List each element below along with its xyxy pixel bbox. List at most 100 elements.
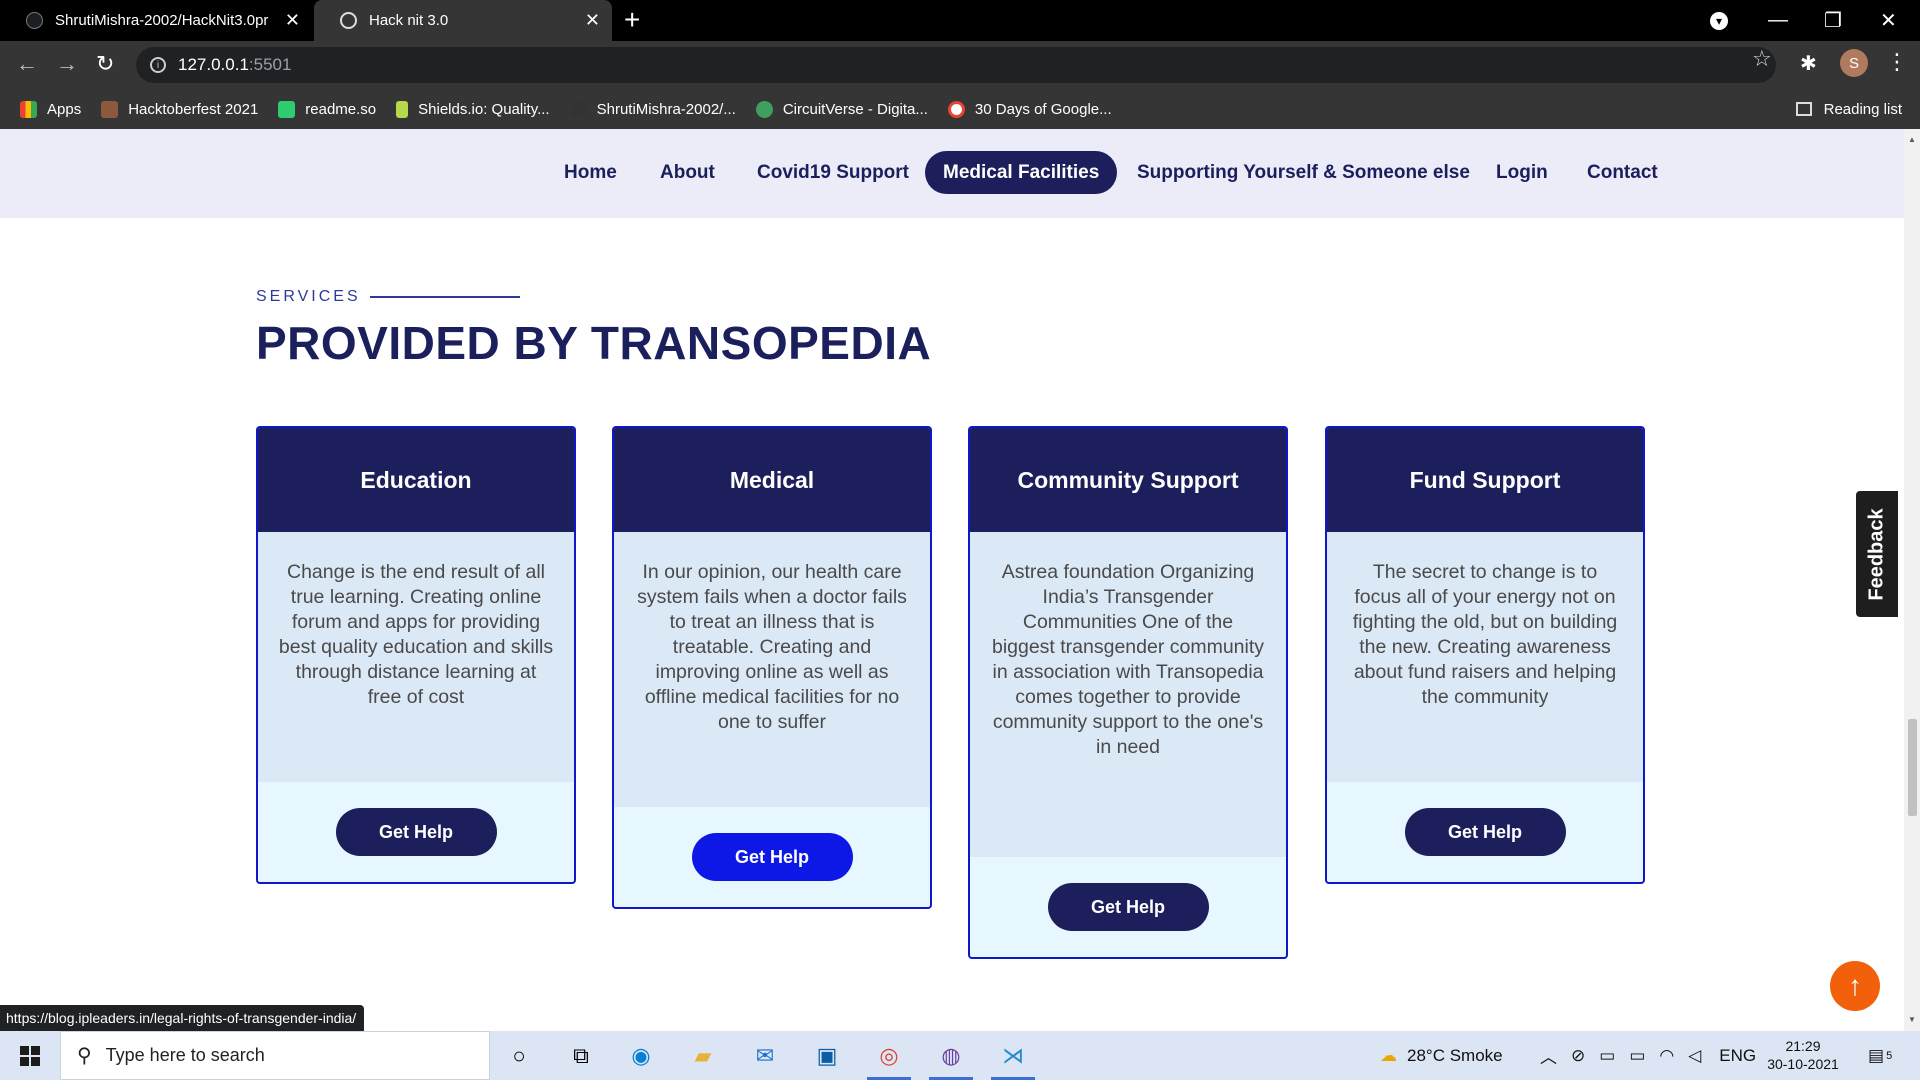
- reload-icon[interactable]: ↻: [96, 51, 114, 77]
- restore-icon[interactable]: ❐: [1824, 0, 1842, 41]
- url-text: 127.0.0.1:5501: [178, 55, 291, 75]
- tab-github[interactable]: ShrutiMishra-2002/HackNit3.0pr ✕: [0, 0, 312, 41]
- bookmark-label: Apps: [47, 100, 82, 118]
- bookmark-readme[interactable]: readme.so: [278, 100, 376, 118]
- screen: ShrutiMishra-2002/HackNit3.0pr ✕ Hack ni…: [0, 0, 1920, 1080]
- kicker-divider: [370, 296, 520, 298]
- github-icon: [26, 12, 43, 29]
- close-tab-icon[interactable]: ✕: [285, 10, 300, 31]
- taskbar-clock[interactable]: 21:29 30-10-2021: [1758, 1037, 1848, 1073]
- get-help-button[interactable]: Get Help: [335, 808, 497, 856]
- profile-avatar[interactable]: S: [1840, 49, 1868, 77]
- card-description: The secret to change is to focus all of …: [1327, 532, 1643, 782]
- service-card-community-support: Community Support Astrea foundation Orga…: [968, 426, 1288, 959]
- bookmark-google[interactable]: 30 Days of Google...: [947, 100, 1112, 118]
- nav-about[interactable]: About: [642, 151, 733, 194]
- new-tab-icon[interactable]: +: [624, 4, 640, 36]
- tab-hacknit[interactable]: Hack nit 3.0 ✕: [314, 0, 612, 41]
- task-view-icon[interactable]: ⧉: [564, 1039, 598, 1073]
- nav-covid19-support[interactable]: Covid19 Support: [739, 151, 927, 194]
- mail-icon[interactable]: ✉: [748, 1039, 782, 1073]
- close-window-icon[interactable]: ✕: [1880, 0, 1897, 41]
- card-header: Medical: [614, 428, 930, 532]
- scroll-up-icon[interactable]: ▲: [1908, 135, 1916, 144]
- clock-date: 30-10-2021: [1767, 1056, 1839, 1072]
- github-desktop-icon[interactable]: ◍: [934, 1039, 968, 1073]
- extensions-icon[interactable]: ✱: [1800, 51, 1822, 75]
- weather-text: 28°C Smoke: [1407, 1045, 1503, 1065]
- edge-icon[interactable]: ◉: [624, 1039, 658, 1073]
- section-title: PROVIDED BY TRANSOPEDIA: [256, 317, 932, 369]
- reading-list-label: Reading list: [1823, 100, 1902, 118]
- nav-supporting-yourself[interactable]: Supporting Yourself & Someone else: [1119, 151, 1488, 194]
- bookmark-label: ShrutiMishra-2002/...: [596, 100, 736, 118]
- windows-start-icon[interactable]: [20, 1046, 40, 1066]
- url-bar[interactable]: i 127.0.0.1:5501: [136, 47, 1776, 83]
- feedback-tab[interactable]: Feedback: [1856, 491, 1898, 617]
- get-help-button[interactable]: Get Help: [1047, 883, 1209, 931]
- scroll-thumb[interactable]: [1908, 719, 1917, 816]
- card-title: Fund Support: [1409, 466, 1561, 493]
- taskbar-search[interactable]: ⚲ Type here to search: [60, 1031, 490, 1080]
- file-explorer-icon[interactable]: ▰: [686, 1039, 720, 1073]
- card-footer: Get Help: [614, 807, 930, 907]
- meet-now-icon[interactable]: ▭: [1599, 1046, 1615, 1066]
- notification-count: 5: [1886, 1049, 1893, 1062]
- url-port: :5501: [248, 55, 292, 74]
- apps-grid-icon: [20, 100, 37, 118]
- browser-tab-bar: ShrutiMishra-2002/HackNit3.0pr ✕ Hack ni…: [0, 0, 1920, 41]
- card-description: In our opinion, our health care system f…: [614, 532, 930, 807]
- volume-icon[interactable]: ◁: [1688, 1046, 1701, 1066]
- status-url-tooltip: https://blog.ipleaders.in/legal-rights-o…: [0, 1005, 365, 1031]
- get-help-button[interactable]: Get Help: [1404, 808, 1566, 856]
- github-icon: [569, 100, 587, 118]
- bookmark-github[interactable]: ShrutiMishra-2002/...: [569, 100, 736, 118]
- circuitverse-icon: [755, 100, 773, 118]
- forward-icon[interactable]: →: [56, 51, 78, 77]
- chevron-up-icon[interactable]: ︿: [1540, 1043, 1557, 1068]
- card-title: Education: [360, 466, 472, 493]
- store-icon[interactable]: ▣: [810, 1039, 844, 1073]
- wifi-icon[interactable]: ◠: [1659, 1046, 1674, 1066]
- back-icon[interactable]: ←: [16, 51, 38, 77]
- system-tray: ︿ ⊘ ▭ ▭ ◠ ◁ ENG: [1540, 1031, 1756, 1080]
- section-kicker: SERVICES: [256, 288, 361, 305]
- network-alert-icon[interactable]: ⊘: [1571, 1046, 1585, 1066]
- nav-login[interactable]: Login: [1478, 151, 1566, 194]
- site-info-icon[interactable]: i: [150, 57, 166, 73]
- battery-icon[interactable]: ▭: [1629, 1046, 1645, 1066]
- bookmark-shields[interactable]: Shields.io: Quality...: [396, 100, 550, 118]
- service-card-education: Education Change is the end result of al…: [256, 426, 576, 884]
- chrome-icon[interactable]: ◎: [872, 1039, 906, 1073]
- page-scrollbar[interactable]: ▲ ▼: [1904, 129, 1920, 1031]
- service-card-fund-support: Fund Support The secret to change is to …: [1325, 426, 1645, 884]
- cortana-icon[interactable]: ○: [502, 1039, 536, 1073]
- language-indicator[interactable]: ENG: [1719, 1046, 1756, 1066]
- windows-taskbar: ⚲ Type here to search ○ ⧉ ◉ ▰ ✉ ▣ ◎ ◍ ⋊ …: [0, 1031, 1920, 1080]
- close-tab-icon[interactable]: ✕: [585, 10, 600, 31]
- bookmark-star-icon[interactable]: ☆: [1752, 46, 1772, 72]
- vscode-icon[interactable]: ⋊: [996, 1039, 1030, 1073]
- scroll-to-top-button[interactable]: ↑: [1830, 961, 1880, 1011]
- nav-contact[interactable]: Contact: [1569, 151, 1676, 194]
- minimize-icon[interactable]: —: [1768, 0, 1788, 41]
- arrow-up-icon: ↑: [1848, 970, 1862, 1001]
- reading-list[interactable]: Reading list: [1795, 89, 1902, 129]
- browser-menu-icon[interactable]: ⋮: [1886, 49, 1908, 75]
- weather-widget[interactable]: ☁ 28°C Smoke: [1380, 1031, 1503, 1080]
- scroll-down-icon[interactable]: ▼: [1908, 1015, 1916, 1024]
- nav-medical-facilities[interactable]: Medical Facilities: [925, 151, 1118, 194]
- card-description: Change is the end result of all true lea…: [258, 532, 574, 782]
- nav-home[interactable]: Home: [546, 151, 635, 194]
- globe-icon: [340, 12, 357, 29]
- bookmark-hacktoberfest[interactable]: Hacktoberfest 2021: [101, 100, 258, 118]
- tab-search-icon[interactable]: ▾: [1710, 0, 1728, 41]
- reading-list-icon: [1795, 102, 1812, 116]
- bookmark-apps[interactable]: Apps: [20, 100, 82, 118]
- web-page: Home About Covid19 Support Medical Facil…: [0, 129, 1904, 1031]
- bookmark-circuitverse[interactable]: CircuitVerse - Digita...: [755, 100, 928, 118]
- notification-center[interactable]: ▤ 5: [1868, 1031, 1892, 1080]
- get-help-button[interactable]: Get Help: [691, 833, 853, 881]
- bookmark-label: 30 Days of Google...: [974, 100, 1112, 118]
- card-title: Community Support: [1017, 466, 1239, 493]
